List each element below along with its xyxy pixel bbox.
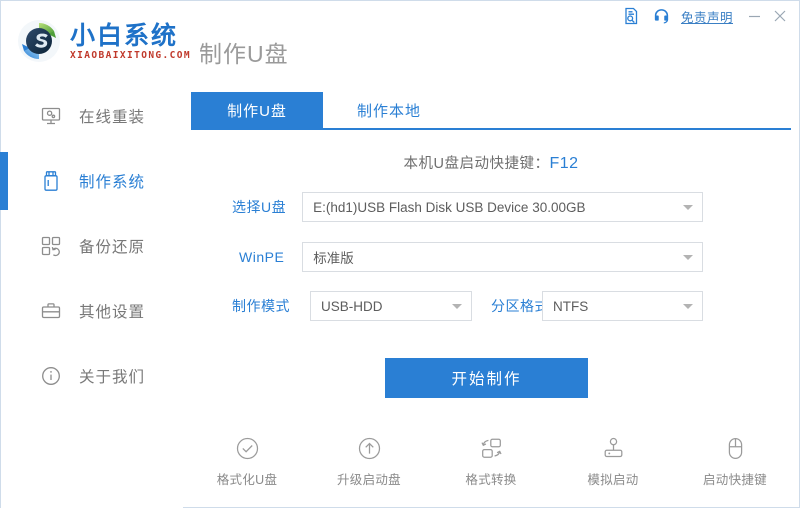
sidebar-item-label: 在线重装: [79, 108, 146, 126]
chevron-down-icon: [683, 304, 693, 309]
winpe-select-row: WinPE 标准版: [239, 242, 704, 272]
tool-label: 格式化U盘: [216, 473, 278, 487]
sidebar-item-about-us[interactable]: 关于我们: [1, 343, 183, 408]
sidebar-item-online-reinstall[interactable]: 在线重装: [1, 83, 183, 148]
tool-format-usb[interactable]: 格式化U盘: [210, 433, 284, 488]
sidebar-item-make-system[interactable]: 制作系统: [0, 148, 183, 213]
sidebar-item-label: 关于我们: [79, 368, 146, 386]
tool-format-convert[interactable]: 格式转换: [454, 433, 528, 488]
mode-and-partition-row: 制作模式 USB-HDD 分区格式 NTFS: [232, 291, 703, 321]
check-circle-icon: [232, 433, 262, 463]
tool-label: 模拟启动: [587, 473, 639, 487]
start-make-button[interactable]: 开始制作: [385, 358, 588, 398]
boot-hotkey-value: F12: [549, 155, 579, 172]
tab-make-local[interactable]: 制作本地: [323, 92, 455, 129]
info-circle-icon: [39, 364, 63, 388]
tab-make-usb[interactable]: 制作U盘: [191, 92, 323, 129]
winpe-select-label: WinPE: [239, 249, 285, 265]
application-window: 免责声明 小白系统 XIAOBAIXITONG.COM 制作U盘 在线重装 制作…: [0, 0, 800, 508]
winpe-select-dropdown[interactable]: 标准版: [302, 242, 704, 272]
mode-select-label: 制作模式: [232, 298, 290, 314]
chevron-down-icon: [452, 304, 462, 309]
sidebar-item-label: 备份还原: [79, 238, 146, 256]
app-header: 小白系统 XIAOBAIXITONG.COM 制作U盘: [1, 1, 799, 130]
refresh-circle-logo-icon: [15, 17, 63, 65]
usb-select-value: E:(hd1)USB Flash Disk USB Device 30.00GB: [313, 199, 586, 215]
partition-select-dropdown[interactable]: NTFS: [542, 291, 703, 321]
arrow-up-circle-icon: [354, 433, 384, 463]
sidebar-navigation: 在线重装 制作系统 备份还原 其他设置 关于我们: [0, 83, 183, 508]
tool-label: 升级启动盘: [336, 473, 401, 487]
usb-select-row: 选择U盘 E:(hd1)USB Flash Disk USB Device 30…: [232, 192, 704, 222]
tool-upgrade-boot-disk[interactable]: 升级启动盘: [332, 433, 406, 488]
partition-select-label: 分区格式: [491, 298, 549, 314]
usb-drive-icon: [39, 169, 63, 193]
sidebar-item-backup-restore[interactable]: 备份还原: [1, 213, 183, 278]
sidebar-item-other-settings[interactable]: 其他设置: [1, 278, 183, 343]
toolbox-icon: [39, 299, 63, 323]
tool-label: 格式转换: [465, 473, 517, 487]
chevron-down-icon: [683, 255, 694, 260]
convert-format-icon: [476, 433, 506, 463]
tab-bar: 制作U盘 制作本地: [191, 92, 455, 129]
usb-select-label: 选择U盘: [232, 199, 287, 215]
boot-hotkey-info: 本机U盘启动快捷键：F12: [191, 152, 791, 173]
mode-select-dropdown[interactable]: USB-HDD: [310, 291, 472, 321]
brand-domain: XIAOBAIXITONG.COM: [70, 49, 192, 61]
brand-text: 小白系统 XIAOBAIXITONG.COM: [70, 22, 191, 61]
brand-logo: 小白系统 XIAOBAIXITONG.COM: [15, 17, 191, 65]
usb-select-dropdown[interactable]: E:(hd1)USB Flash Disk USB Device 30.00GB: [302, 192, 704, 222]
tool-simulate-boot[interactable]: 模拟启动: [576, 433, 650, 488]
tool-label: 启动快捷键: [702, 473, 767, 487]
sidebar-item-label: 制作系统: [79, 173, 146, 191]
winpe-select-value: 标准版: [313, 251, 354, 266]
tool-strip: 格式化U盘 升级启动盘 格式转换 模拟启动 启动快捷键: [191, 433, 791, 488]
mode-select-value: USB-HDD: [321, 298, 383, 314]
monitor-settings-icon: [39, 104, 63, 128]
grid-restore-icon: [39, 234, 63, 258]
partition-select-value: NTFS: [553, 298, 589, 314]
joystick-icon: [598, 433, 628, 463]
tool-boot-hotkey[interactable]: 启动快捷键: [698, 433, 772, 488]
mouse-icon: [720, 433, 750, 463]
chevron-down-icon: [683, 205, 694, 210]
boot-hotkey-label: 本机U盘启动快捷键：: [403, 156, 550, 172]
page-title: 制作U盘: [199, 41, 289, 67]
brand-name: 小白系统: [70, 20, 179, 50]
sidebar-item-label: 其他设置: [79, 303, 146, 321]
